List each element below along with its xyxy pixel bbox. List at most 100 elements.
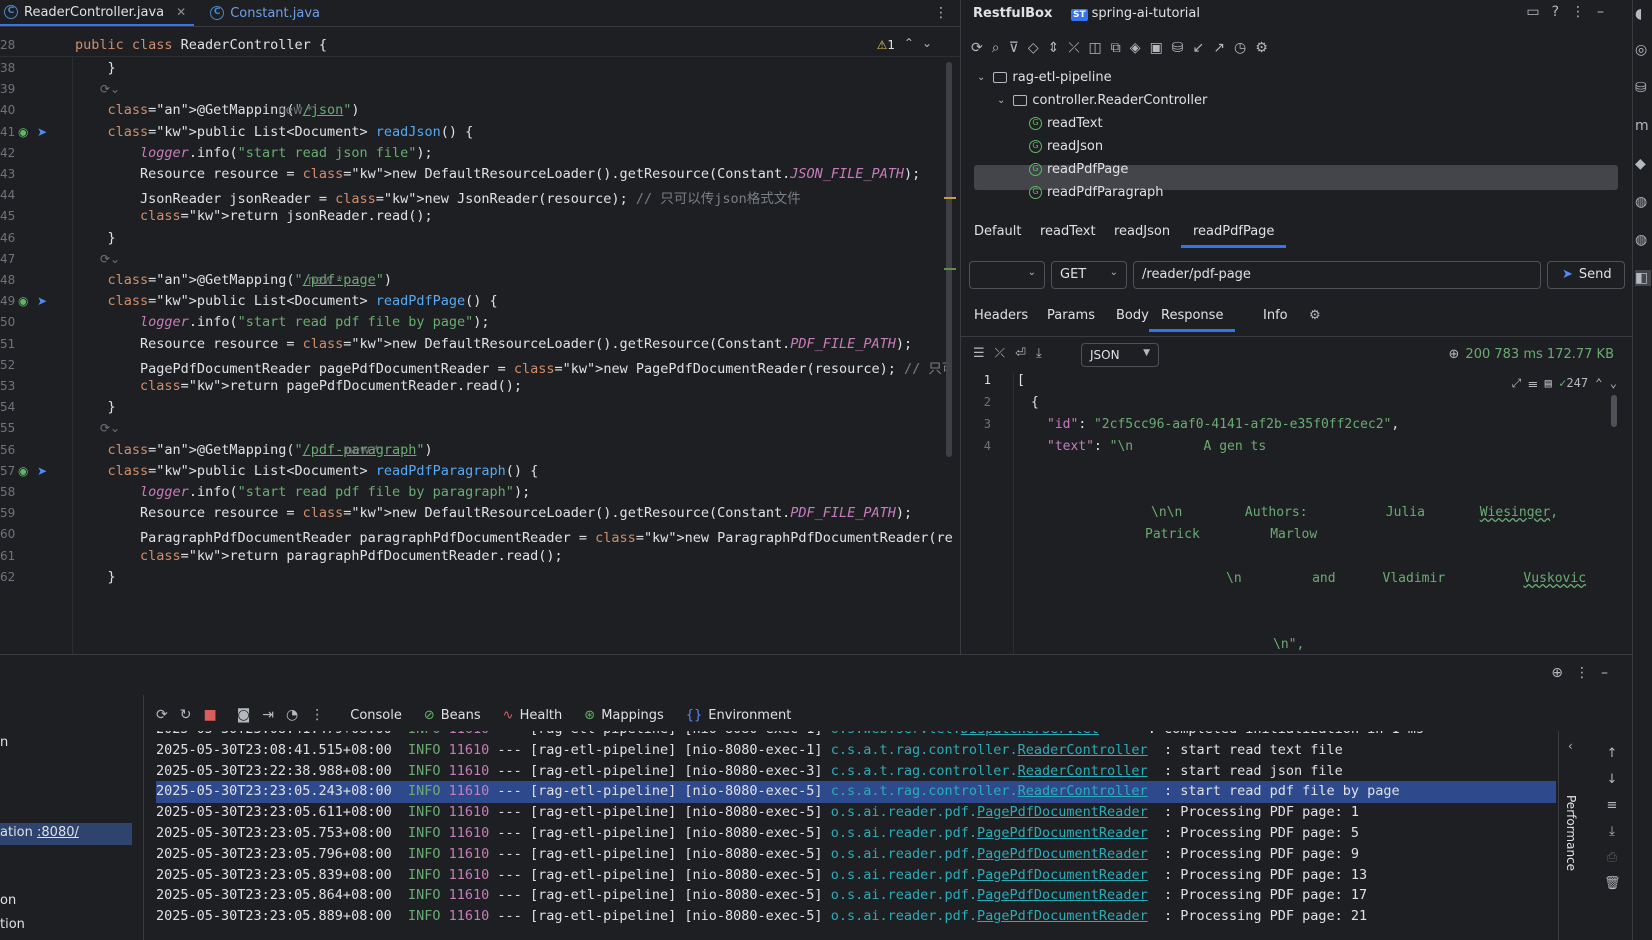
rerun-icon[interactable]: ⟳ <box>156 707 168 723</box>
code-line[interactable]: 55 ⟳⌄ <box>0 417 952 439</box>
settings-icon[interactable]: ⚙ <box>1255 40 1277 56</box>
filter-icon[interactable]: ⊽ <box>1009 40 1028 56</box>
collapse-icon[interactable]: ⤫ <box>995 346 1015 361</box>
log-line[interactable]: 2025-05-30T23:23:05.243+08:00 INFO 11610… <box>156 781 1556 804</box>
spring-icon[interactable]: ◍ <box>1635 232 1647 248</box>
problem-navigation[interactable]: ⌃⌄ <box>904 36 940 50</box>
code-line[interactable]: 46 } <box>0 227 952 249</box>
tab-response[interactable]: Response <box>1149 308 1236 332</box>
response-toolbar[interactable]: ☰⤫⏎⤓ <box>973 346 1052 361</box>
code-line[interactable]: 62 } <box>0 566 952 588</box>
tab-readJson[interactable]: readJson <box>1114 224 1170 239</box>
open-external-icon[interactable]: ↗ <box>1213 40 1234 56</box>
endpoint-hint-icon[interactable]: ⟳⌄ <box>100 252 120 266</box>
tab-params[interactable]: Params <box>1047 308 1095 323</box>
tree-item-controller[interactable]: ⌄ controller.ReaderController <box>997 93 1207 108</box>
console-output[interactable]: 2025-05-30T23:08:41.479+08:00 INFO 11610… <box>144 731 1556 940</box>
code-line[interactable]: 47 ⟳⌄ <box>0 248 952 270</box>
code-line[interactable]: 53 class="kw">return pagePdfDocumentRead… <box>0 375 952 397</box>
print-icon[interactable]: ⎙ <box>1604 845 1620 871</box>
warning-marker[interactable] <box>944 197 956 199</box>
expand-all-icon[interactable]: ⇕ <box>1048 40 1069 56</box>
bean-gutter-icon[interactable]: ◉ <box>18 464 28 478</box>
import-icon[interactable]: ↙ <box>1193 40 1214 56</box>
code-line[interactable]: 39 ⟳⌄ <box>0 78 952 100</box>
tab-health[interactable]: ∿ Health <box>503 708 563 723</box>
service-item[interactable]: on <box>0 893 16 908</box>
code-line[interactable]: 41 ◉ ➤ class="kw">public List<Document> re… <box>0 121 952 143</box>
screenshot-icon[interactable]: ◙ <box>237 707 251 723</box>
code-editor[interactable]: C ReaderController.java ✕ C Constant.jav… <box>0 0 960 654</box>
http-method-select[interactable]: GET ⌄ <box>1051 261 1127 289</box>
tab-body[interactable]: Body <box>1116 308 1149 323</box>
log-line[interactable]: 2025-05-30T23:22:38.988+08:00 INFO 11610… <box>156 761 1556 783</box>
split-icon[interactable]: ◫ <box>1089 40 1111 56</box>
format-select[interactable]: JSON ▼ <box>1081 343 1159 367</box>
code-line[interactable]: 40 class="an">@GetMapping("/json") new * <box>0 99 952 121</box>
panel-header-actions[interactable]: ▭?⋮– <box>1526 4 1616 20</box>
tab-constant[interactable]: C Constant.java <box>194 0 328 26</box>
history-icon[interactable]: ◷ <box>1234 40 1255 56</box>
code-line[interactable]: 54 } <box>0 396 952 418</box>
code-line[interactable]: 58 logger.info("start read pdf file by p… <box>0 481 952 503</box>
code-line[interactable]: 50 logger.info("start read pdf file by p… <box>0 311 952 333</box>
json-actions[interactable]: ⤢ ☰ ▤ ✓247 ⌃ ⌄ <box>1512 376 1617 391</box>
editor-scrollbar[interactable] <box>946 62 952 457</box>
more-icon[interactable]: ⋮ <box>310 707 324 723</box>
tree-item-module[interactable]: ⌄ rag-etl-pipeline <box>977 70 1112 85</box>
wrap-icon[interactable]: ⏎ <box>1015 346 1036 361</box>
chevron-down-icon[interactable]: ⌄ <box>977 72 985 83</box>
stop-icon[interactable]: ■ <box>203 707 216 723</box>
more-options-icon[interactable]: ⋮ <box>934 5 948 21</box>
tree-item-readText[interactable]: GreadText <box>1029 116 1103 131</box>
log-line[interactable]: 2025-05-30T23:23:05.839+08:00 INFO 11610… <box>156 865 1556 887</box>
copilot-icon[interactable]: ◍ <box>1635 194 1647 210</box>
performance-label[interactable]: Performance <box>1564 795 1578 871</box>
code-line[interactable]: 48 class="an">@GetMapping("/pdf-page") ne… <box>0 269 952 291</box>
tab-reader-controller[interactable]: C ReaderController.java ✕ <box>0 0 195 26</box>
log-line[interactable]: 2025-05-30T23:23:05.796+08:00 INFO 11610… <box>156 844 1556 866</box>
tab-readPdfPage[interactable]: readPdfPage <box>1181 224 1287 248</box>
project-selector[interactable]: ST spring-ai-tutorial <box>1071 6 1200 21</box>
tree-item-readPdfParagraph[interactable]: GreadPdfParagraph <box>1029 185 1164 200</box>
send-button[interactable]: ➤ Send <box>1547 261 1625 289</box>
tab-beans[interactable]: ⊘ Beans <box>424 708 481 723</box>
code-line[interactable]: 52 PagePdfDocumentReader pagePdfDocument… <box>0 354 952 377</box>
download-icon[interactable]: ⤓ <box>1036 346 1052 361</box>
log-line[interactable]: 2025-05-30T23:23:05.889+08:00 INFO 11610… <box>156 906 1556 928</box>
send-request-gutter-icon[interactable]: ➤ <box>37 294 47 308</box>
service-item[interactable]: tion <box>0 917 25 932</box>
maven-icon[interactable]: m <box>1635 118 1649 134</box>
log-line[interactable]: 2025-05-30T23:23:05.611+08:00 INFO 11610… <box>156 802 1556 824</box>
url-input[interactable]: /reader/pdf-page <box>1133 261 1541 289</box>
log-line[interactable]: 2025-05-30T23:23:05.753+08:00 INFO 11610… <box>156 823 1556 845</box>
list-icon[interactable]: ☰ <box>973 346 995 361</box>
exit-icon[interactable]: ⇥ <box>262 707 274 723</box>
json-response-view[interactable]: 1 [ 2 { 3 "id": "2cf5cc96-aaf0-4141-af2b… <box>961 373 1633 654</box>
ai-assistant-icon[interactable]: ◎ <box>1635 42 1647 58</box>
environment-select[interactable]: ⌄ <box>969 261 1045 289</box>
code-line[interactable]: 44 JsonReader jsonReader = class="kw">ne… <box>0 184 952 207</box>
log-line[interactable]: 2025-05-30T23:23:05.864+08:00 INFO 11610… <box>156 885 1556 907</box>
soft-wrap-icon[interactable]: ≡ <box>1604 793 1620 819</box>
chevron-left-icon[interactable]: ‹ <box>1568 739 1573 753</box>
service-item[interactable]: n <box>0 735 8 750</box>
send-request-gutter-icon[interactable]: ➤ <box>37 464 47 478</box>
code-line[interactable]: 56 class="an">@GetMapping("/pdf-paragrap… <box>0 439 952 461</box>
code-line[interactable]: 57 ◉ ➤ class="kw">public List<Document> re… <box>0 460 952 482</box>
search-icon[interactable]: ⌕ <box>992 40 1009 56</box>
change-marker[interactable] <box>944 268 956 270</box>
port-link[interactable]: :8080/ <box>37 825 79 840</box>
collapse-all-icon[interactable]: ⤫ <box>1068 40 1088 56</box>
panel-header-actions[interactable]: ⊕⋮– <box>1551 665 1620 681</box>
arrow-down-icon[interactable]: ↓ <box>1604 767 1620 793</box>
arrow-up-icon[interactable]: ↑ <box>1604 741 1620 767</box>
tree-item-readPdfPage[interactable]: GreadPdfPage <box>1029 162 1128 177</box>
chevron-down-icon[interactable]: ⌄ <box>997 95 1005 106</box>
bean-gutter-icon[interactable]: ◉ <box>18 125 28 139</box>
tree-item-readJson[interactable]: GreadJson <box>1029 139 1103 154</box>
notifications-icon[interactable]: ◖ <box>1635 6 1642 22</box>
settings-icon[interactable]: ⚙ <box>1309 308 1321 323</box>
warning-indicator[interactable]: ⚠1 <box>877 38 895 52</box>
code-line[interactable]: 45 class="kw">return jsonReader.read(); <box>0 205 952 227</box>
